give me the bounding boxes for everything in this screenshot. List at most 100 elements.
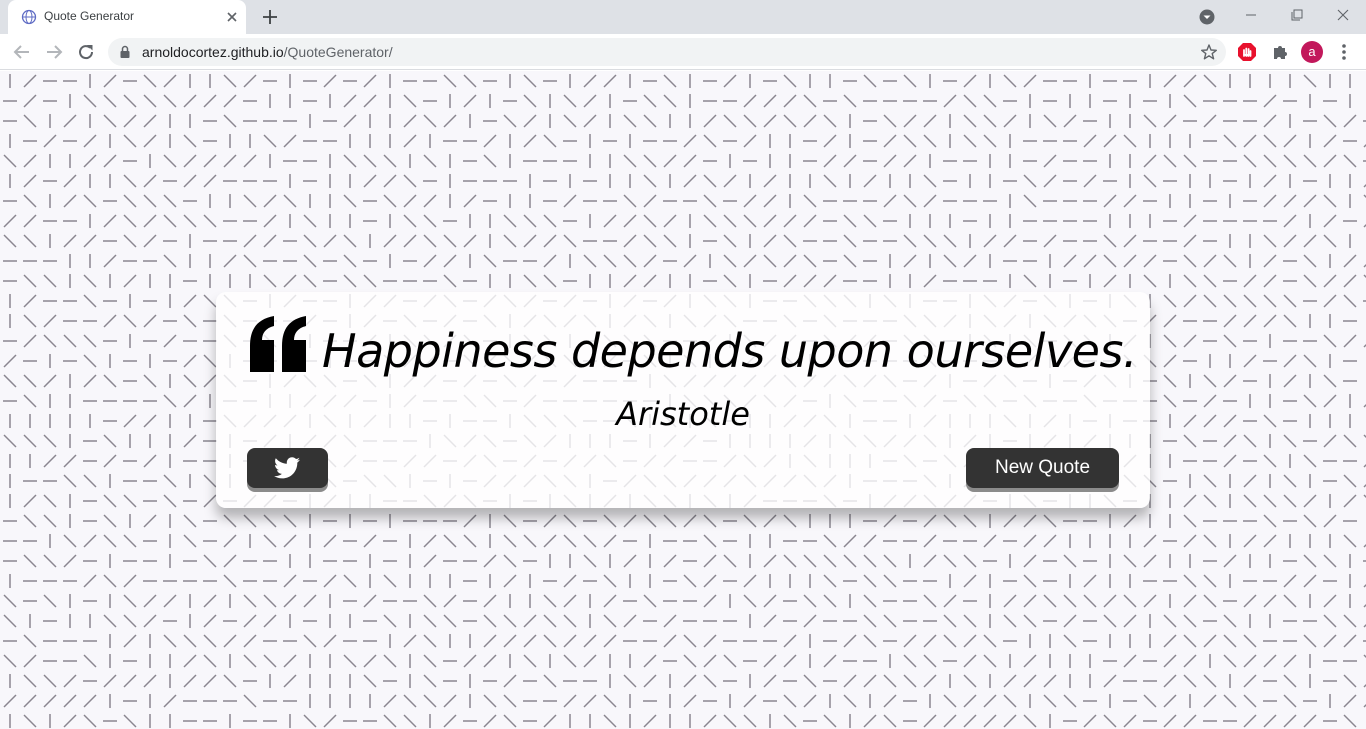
pattern-dash xyxy=(163,334,177,348)
pattern-dash xyxy=(883,574,897,588)
pattern-dash xyxy=(1003,694,1017,708)
pattern-dash xyxy=(403,194,417,208)
pattern-dash xyxy=(143,614,157,628)
pattern-dash xyxy=(643,654,657,668)
pattern-dash xyxy=(1223,554,1237,568)
pattern-dash xyxy=(563,514,577,528)
tweet-button[interactable] xyxy=(247,448,328,488)
pattern-dash xyxy=(363,174,377,188)
pattern-dash xyxy=(663,154,677,168)
pattern-dash xyxy=(603,574,617,588)
pattern-dash xyxy=(363,74,377,88)
pattern-dash xyxy=(883,114,897,128)
more-icon[interactable] xyxy=(1334,42,1354,62)
pattern-dash xyxy=(103,614,117,628)
pattern-dash xyxy=(343,194,357,208)
pattern-dash xyxy=(1163,74,1177,88)
minimize-icon[interactable] xyxy=(1228,0,1274,30)
pattern-dash xyxy=(283,134,297,148)
pattern-dash xyxy=(1143,174,1157,188)
pattern-dash xyxy=(1083,254,1097,268)
pattern-dash xyxy=(203,494,217,508)
pattern-dash xyxy=(1103,674,1117,688)
pattern-dash xyxy=(923,654,937,668)
pattern-dash xyxy=(1163,314,1177,328)
browser-toolbar: arnoldocortez.github.io/QuoteGenerator/ … xyxy=(0,34,1366,70)
pattern-dash xyxy=(63,454,77,468)
address-bar[interactable]: arnoldocortez.github.io/QuoteGenerator/ xyxy=(108,38,1226,66)
adblock-icon[interactable] xyxy=(1237,42,1257,62)
pattern-dash xyxy=(83,234,97,248)
pattern-dash xyxy=(743,94,757,108)
pattern-dash xyxy=(103,374,117,388)
reload-icon[interactable] xyxy=(74,40,98,64)
pattern-dash xyxy=(1123,194,1137,208)
close-icon[interactable] xyxy=(224,9,240,25)
puzzle-icon[interactable] xyxy=(1270,42,1290,62)
pattern-dash xyxy=(823,654,837,668)
pattern-dash xyxy=(823,594,837,608)
pattern-dash xyxy=(643,174,657,188)
plus-icon[interactable] xyxy=(260,7,280,27)
maximize-icon[interactable] xyxy=(1274,0,1320,30)
pattern-dash xyxy=(523,134,537,148)
pattern-dash xyxy=(183,634,197,648)
back-icon[interactable] xyxy=(10,40,34,64)
window-close-icon[interactable] xyxy=(1320,0,1366,30)
pattern-dash xyxy=(1183,434,1197,448)
pattern-dash xyxy=(783,274,797,288)
pattern-dash xyxy=(683,514,697,528)
pattern-dash xyxy=(883,194,897,208)
pattern-dash xyxy=(1023,654,1037,668)
pattern-dash xyxy=(223,114,237,128)
tab-quote-generator[interactable]: Quote Generator xyxy=(8,0,246,34)
pattern-dash xyxy=(563,234,577,248)
pattern-dash xyxy=(1183,574,1197,588)
pattern-dash xyxy=(643,154,657,168)
pattern-dash xyxy=(543,274,557,288)
pattern-dash xyxy=(923,554,937,568)
pattern-dash xyxy=(1283,194,1297,208)
lock-icon[interactable] xyxy=(118,45,132,59)
pattern-dash xyxy=(1203,294,1217,308)
pattern-dash xyxy=(423,634,437,648)
pattern-dash xyxy=(1303,194,1317,208)
new-quote-button[interactable]: New Quote xyxy=(966,448,1119,488)
pattern-dash xyxy=(1223,254,1237,268)
avatar[interactable]: a xyxy=(1301,41,1323,63)
url-text: arnoldocortez.github.io/QuoteGenerator/ xyxy=(142,44,393,60)
pattern-dash xyxy=(383,614,397,628)
pattern-dash xyxy=(603,634,617,648)
pattern-dash xyxy=(1323,394,1337,408)
pattern-dash xyxy=(1163,634,1177,648)
pattern-dash xyxy=(1283,594,1297,608)
pattern-dash xyxy=(123,574,137,588)
globe-icon xyxy=(21,9,37,25)
pattern-dash xyxy=(423,674,437,688)
pattern-dash xyxy=(1123,134,1137,148)
pattern-dash xyxy=(1303,234,1317,248)
pattern-dash xyxy=(1263,154,1277,168)
pattern-dash xyxy=(803,674,817,688)
star-icon[interactable] xyxy=(1200,43,1218,61)
pattern-dash xyxy=(143,674,157,688)
pattern-dash xyxy=(1003,614,1017,628)
pattern-dash xyxy=(1343,494,1357,508)
pattern-dash xyxy=(623,514,637,528)
pattern-dash xyxy=(1243,694,1257,708)
pattern-dash xyxy=(963,134,977,148)
pattern-dash xyxy=(1283,694,1297,708)
pattern-dash xyxy=(1183,494,1197,508)
pattern-dash xyxy=(1043,234,1057,248)
pattern-dash xyxy=(1023,554,1037,568)
pattern-dash xyxy=(1023,514,1037,528)
tab-search-icon[interactable] xyxy=(1198,8,1216,26)
pattern-dash xyxy=(283,574,297,588)
pattern-dash xyxy=(983,654,997,668)
pattern-dash xyxy=(1163,614,1177,628)
pattern-dash xyxy=(863,594,877,608)
pattern-dash xyxy=(1183,274,1197,288)
forward-icon[interactable] xyxy=(42,40,66,64)
pattern-dash xyxy=(103,114,117,128)
pattern-dash xyxy=(923,194,937,208)
